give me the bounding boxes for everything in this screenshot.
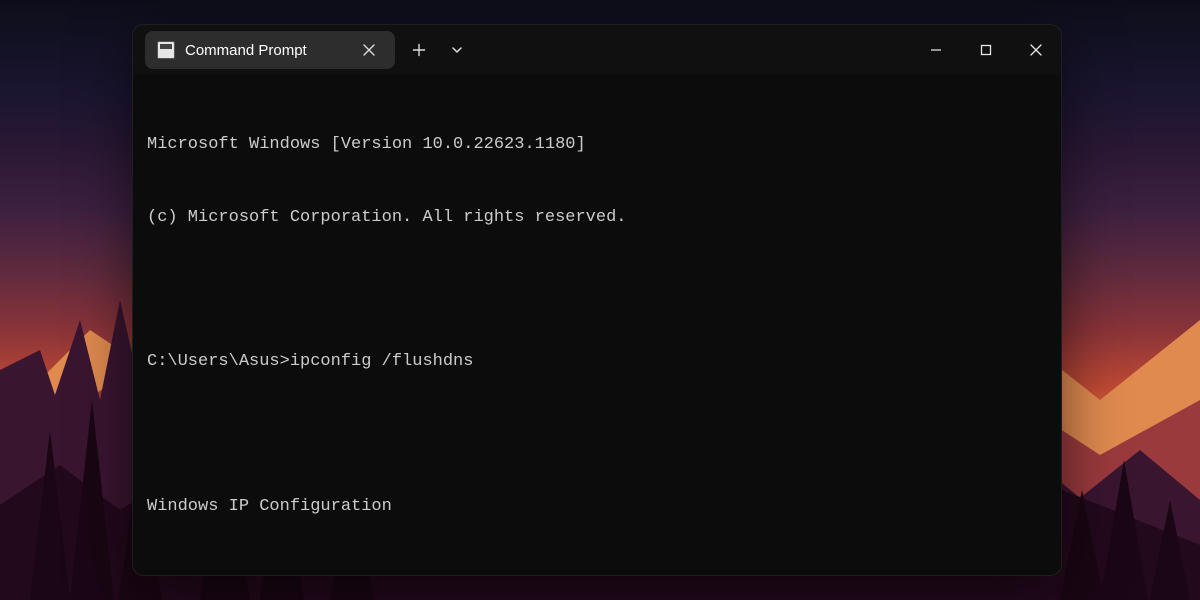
minimize-icon <box>930 44 942 56</box>
terminal-line: (c) Microsoft Corporation. All rights re… <box>147 206 1047 230</box>
terminal-line: Windows IP Configuration <box>147 495 1047 519</box>
tab-dropdown-button[interactable] <box>439 32 475 68</box>
maximize-icon <box>980 44 992 56</box>
close-icon <box>1030 44 1042 56</box>
terminal-line <box>147 568 1047 576</box>
terminal-body[interactable]: Microsoft Windows [Version 10.0.22623.11… <box>133 75 1061 575</box>
tab-close-button[interactable] <box>355 36 383 64</box>
terminal-line <box>147 423 1047 447</box>
command-prompt-icon <box>157 41 175 59</box>
tab-title: Command Prompt <box>185 42 355 59</box>
terminal-window: Command Prompt Microsoft Windows [Versio… <box>132 24 1062 576</box>
close-icon <box>363 44 375 56</box>
new-tab-button[interactable] <box>401 32 437 68</box>
chevron-down-icon <box>451 44 463 56</box>
terminal-line: Microsoft Windows [Version 10.0.22623.11… <box>147 133 1047 157</box>
plus-icon <box>412 43 426 57</box>
maximize-button[interactable] <box>961 25 1011 75</box>
tab-command-prompt[interactable]: Command Prompt <box>145 31 395 69</box>
terminal-line: C:\Users\Asus>ipconfig /flushdns <box>147 350 1047 374</box>
minimize-button[interactable] <box>911 25 961 75</box>
titlebar[interactable]: Command Prompt <box>133 25 1061 75</box>
window-close-button[interactable] <box>1011 25 1061 75</box>
window-controls <box>911 25 1061 75</box>
terminal-line <box>147 278 1047 302</box>
